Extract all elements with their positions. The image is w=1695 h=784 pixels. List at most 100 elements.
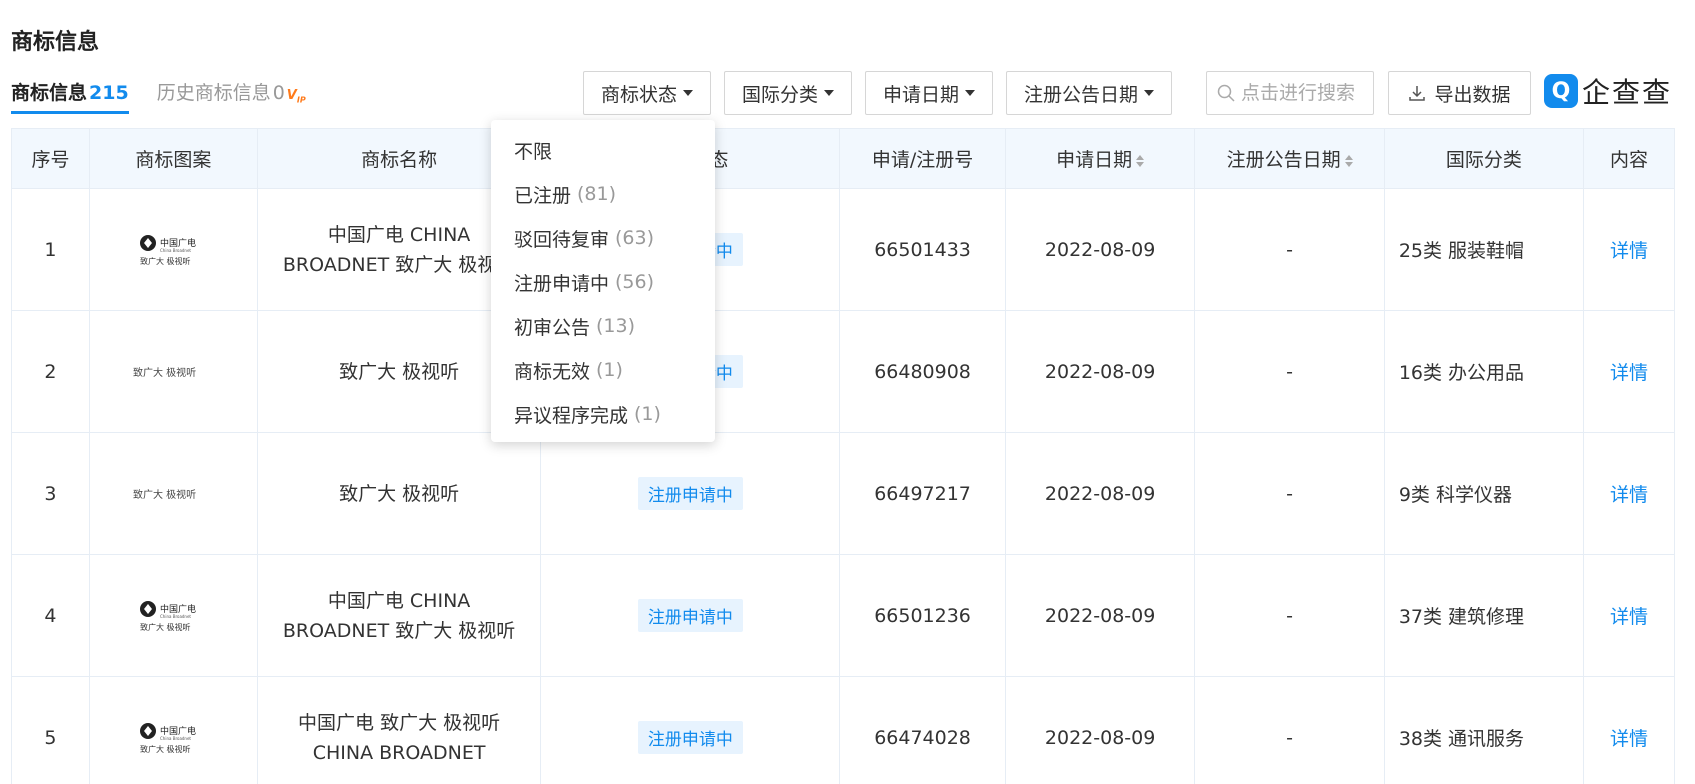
dropdown-item-label: 不限	[514, 140, 553, 163]
caret-down-icon	[1144, 90, 1155, 96]
dropdown-item[interactable]: 注册申请中 (56)	[491, 260, 715, 304]
status-badge: 注册申请中	[637, 721, 743, 754]
header-class: 国际分类	[1383, 128, 1585, 189]
sort-icon	[1344, 154, 1353, 167]
filter-apply-date-dropdown[interactable]: 申请日期	[865, 71, 994, 115]
cell-reg-no: 66480908	[839, 310, 1006, 433]
header-content: 内容	[1583, 128, 1675, 189]
cell-notice-date: -	[1194, 432, 1385, 555]
table-row: 1 中国广电 China Broadnet 致广大 极视听 中国广电 CHINA B…	[11, 188, 1675, 311]
filter-status-dropdown[interactable]: 商标状态	[583, 71, 712, 115]
trademark-image[interactable]: 致广大 极视听	[123, 347, 223, 397]
header-apply-date[interactable]: 申请日期	[1004, 128, 1196, 189]
svg-text:致广大 极视听: 致广大 极视听	[140, 622, 191, 632]
sort-icon	[1136, 154, 1145, 167]
dropdown-item-label: 异议程序完成	[514, 404, 629, 427]
trademark-image[interactable]: 中国广电 China Broadnet 致广大 极视听	[123, 225, 223, 275]
status-dropdown-menu: 不限 已注册 (81) 驳回待复审 (63) 注册申请中 (56) 初审公告 (13) 商标无效(…	[491, 120, 715, 442]
cell-logo: 致广大 极视听	[88, 432, 258, 555]
detail-link[interactable]: 详情	[1610, 728, 1648, 750]
dropdown-item[interactable]: 初审公告 (13)	[491, 304, 715, 348]
dropdown-item[interactable]: 异议程序完成 (1)	[491, 392, 715, 436]
filter-label: 国际分类	[742, 83, 819, 106]
dropdown-item[interactable]: 已注册 (81)	[491, 172, 715, 216]
header-logo: 商标图案	[88, 128, 258, 189]
search-box	[1206, 71, 1374, 115]
dropdown-item[interactable]: 商标无效 (1)	[491, 348, 715, 392]
tab-history-trademark[interactable]: 历史商标信息 0 VIP	[157, 78, 306, 114]
cell-logo: 中国广电 China Broadnet 致广大 极视听	[88, 554, 258, 677]
cell-apply-date: 2022-08-09	[1004, 432, 1196, 555]
trademark-image[interactable]: 致广大 极视听	[123, 469, 223, 519]
table-row: 5 中国广电 China Broadnet 致广大 极视听 中国广电 致广大 极视听…	[11, 676, 1675, 784]
cell-name: 中国广电 CHINA BROADNET 致广大 极视听	[256, 554, 542, 677]
filter-class-dropdown[interactable]: 国际分类	[724, 71, 853, 115]
svg-text:致广大 极视听: 致广大 极视听	[140, 256, 191, 266]
dropdown-item-label: 驳回待复审	[514, 228, 610, 251]
export-data-button[interactable]: 导出数据	[1388, 71, 1531, 115]
header-reg-no: 申请/注册号	[839, 128, 1006, 189]
filter-bar: 商标状态 国际分类 申请日期 注册公告日期	[583, 71, 1185, 115]
cell-index: 2	[11, 310, 90, 433]
table-row: 4 中国广电 China Broadnet 致广大 极视听 中国广电 CHINA B…	[11, 554, 1675, 677]
cell-class: 38类 通讯服务	[1383, 676, 1585, 784]
filter-label: 申请日期	[883, 83, 960, 106]
header-label: 申请日期	[1056, 149, 1133, 171]
table-row: 2 致广大 极视听 致广大 极视听 注册申请中 66480908 2022-08…	[11, 310, 1675, 433]
header-label: 注册公告日期	[1226, 149, 1341, 171]
cell-class: 16类 办公用品	[1383, 310, 1585, 433]
cell-class: 37类 建筑修理	[1383, 554, 1585, 677]
download-icon	[1409, 86, 1426, 101]
trademark-image[interactable]: 中国广电 China Broadnet 致广大 极视听	[123, 713, 223, 763]
cell-index: 1	[11, 188, 90, 311]
detail-link[interactable]: 详情	[1610, 606, 1648, 628]
svg-text:致广大 极视听: 致广大 极视听	[133, 366, 196, 379]
dropdown-item[interactable]: 不限	[491, 128, 715, 172]
cell-notice-date: -	[1194, 188, 1385, 311]
svg-text:China Broadnet: China Broadnet	[160, 248, 191, 253]
trademark-table: 序号 商标图案 商标名称 商标状态 申请/注册号 申请日期 注册公告日期 国际分…	[11, 128, 1675, 784]
dropdown-item[interactable]: 驳回待复审 (63)	[491, 216, 715, 260]
tab-count: 215	[89, 82, 129, 104]
dropdown-item-count: (1)	[596, 359, 623, 381]
vip-badge: VIP	[286, 88, 306, 105]
filter-notice-date-dropdown[interactable]: 注册公告日期	[1006, 71, 1173, 115]
table-header-row: 序号 商标图案 商标名称 商标状态 申请/注册号 申请日期 注册公告日期 国际分…	[11, 128, 1675, 189]
cell-detail: 详情	[1583, 432, 1675, 555]
caret-down-icon	[683, 90, 694, 96]
brand: Q 企查查	[1544, 71, 1672, 111]
detail-link[interactable]: 详情	[1610, 484, 1648, 506]
cell-notice-date: -	[1194, 554, 1385, 677]
status-badge: 注册申请中	[637, 477, 743, 510]
dropdown-item-count: (1)	[634, 403, 661, 425]
cell-reg-no: 66501433	[839, 188, 1006, 311]
filter-label: 商标状态	[601, 83, 678, 106]
brand-text: 企查查	[1582, 76, 1673, 109]
filter-label: 注册公告日期	[1024, 83, 1139, 106]
section-title: 商标信息	[11, 30, 100, 55]
tab-label: 商标信息	[11, 82, 88, 104]
caret-down-icon	[965, 90, 976, 96]
dropdown-item-count: (56)	[615, 271, 655, 293]
svg-text:China Broadnet: China Broadnet	[160, 736, 191, 741]
detail-link[interactable]: 详情	[1610, 362, 1648, 384]
cell-index: 4	[11, 554, 90, 677]
tab-bar: 商标信息 215 历史商标信息 0 VIP	[11, 78, 306, 114]
cell-reg-no: 66501236	[839, 554, 1006, 677]
cell-detail: 详情	[1583, 554, 1675, 677]
search-input[interactable]	[1241, 82, 1366, 104]
header-notice-date[interactable]: 注册公告日期	[1194, 128, 1385, 189]
dropdown-item-count: (81)	[577, 183, 617, 205]
dropdown-item-label: 已注册	[514, 184, 572, 207]
detail-link[interactable]: 详情	[1610, 240, 1648, 262]
trademark-image[interactable]: 中国广电 China Broadnet 致广大 极视听	[123, 591, 223, 641]
cell-notice-date: -	[1194, 310, 1385, 433]
cell-class: 25类 服装鞋帽	[1383, 188, 1585, 311]
header-index: 序号	[11, 128, 90, 189]
caret-down-icon	[824, 90, 835, 96]
tab-trademark-info[interactable]: 商标信息 215	[11, 78, 129, 114]
dropdown-item-label: 注册申请中	[514, 272, 610, 295]
cell-status: 注册申请中	[540, 554, 841, 677]
table-row: 3 致广大 极视听 致广大 极视听 注册申请中 66497217 2022-08…	[11, 432, 1675, 555]
tab-count: 0	[272, 82, 285, 104]
